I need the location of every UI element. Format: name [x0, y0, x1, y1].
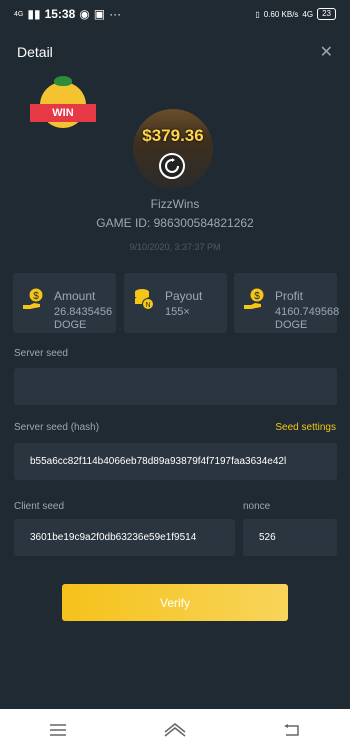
server-seed-label: Server seed	[14, 348, 68, 359]
leaf-icon	[54, 76, 72, 86]
refresh-icon[interactable]	[159, 153, 185, 179]
hand-coin-icon: $	[244, 288, 264, 309]
close-icon[interactable]: ✕	[320, 42, 333, 62]
hand-coin-icon: $	[23, 288, 43, 309]
page-title: Detail	[17, 44, 53, 60]
network2-label: 4G	[302, 9, 314, 19]
status-time: 15:38	[44, 7, 76, 21]
signal-icon: ▮▮	[27, 7, 41, 21]
server-seed-hash-label: Server seed (hash)	[14, 422, 100, 433]
status-left: 4G ▮▮ 15:38 ◉ ▣ ···	[14, 7, 121, 21]
hotspot-icon: ◉	[79, 7, 90, 21]
username: FizzWins	[150, 197, 200, 211]
nonce-field[interactable]: 526	[243, 519, 337, 556]
coin-stack-icon: N	[135, 289, 154, 310]
nonce-label: nonce	[243, 501, 271, 512]
svg-text:N: N	[145, 302, 150, 309]
status-bar: 4G ▮▮ 15:38 ◉ ▣ ··· ▯ 0.60 KB/s 4G 23	[0, 0, 350, 28]
game-datetime: 9/10/2020, 3:37:37 PM	[129, 242, 221, 252]
stat-value: 155×	[165, 306, 190, 318]
back-icon[interactable]	[280, 721, 304, 739]
status-right: ▯ 0.60 KB/s 4G 23	[255, 8, 336, 20]
stat-unit: DOGE	[275, 319, 308, 331]
stat-value: 4160.749568	[275, 306, 340, 318]
server-seed-field[interactable]	[14, 368, 337, 405]
game-id: GAME ID: 986300584821262	[96, 216, 254, 230]
stat-unit: DOGE	[54, 319, 87, 331]
win-badge: WIN	[28, 76, 98, 130]
verify-button[interactable]: Verify	[62, 584, 288, 621]
more-icon: ···	[109, 7, 122, 21]
server-seed-hash-field[interactable]: b55a6cc82f114b4066eb78d89a93879f4f7197fa…	[14, 443, 337, 480]
system-nav-bar	[0, 709, 350, 750]
stat-label: Payout	[165, 289, 203, 303]
network-label: 4G	[14, 10, 24, 18]
svg-text:$: $	[33, 291, 39, 302]
stat-label: Profit	[275, 289, 304, 303]
svg-text:$: $	[254, 291, 260, 302]
home-icon[interactable]	[163, 721, 187, 739]
game-avatar: $379.36	[133, 109, 213, 189]
client-seed-field[interactable]: 3601be19c9a2f0db63236e59e1f9514	[14, 519, 235, 556]
stat-card-profit: $ Profit 4160.749568 DOGE	[234, 273, 340, 333]
speed-label: 0.60 KB/s	[263, 9, 299, 19]
win-ribbon: WIN	[30, 104, 96, 122]
stat-card-amount: $ Amount 26.8435456 DOGE	[13, 273, 116, 333]
stat-value: 26.8435456	[54, 306, 113, 318]
battery-icon: 23	[317, 8, 336, 20]
seed-settings-link[interactable]: Seed settings	[275, 422, 336, 433]
header: Detail ✕	[0, 34, 350, 70]
client-seed-label: Client seed	[14, 501, 65, 512]
avatar-amount: $379.36	[142, 126, 204, 145]
menu-icon[interactable]	[46, 721, 70, 739]
stat-card-payout: N Payout 155×	[124, 273, 227, 333]
vibrate-icon: ▯	[255, 9, 260, 19]
stat-label: Amount	[54, 289, 96, 303]
instagram-icon: ▣	[93, 7, 106, 21]
